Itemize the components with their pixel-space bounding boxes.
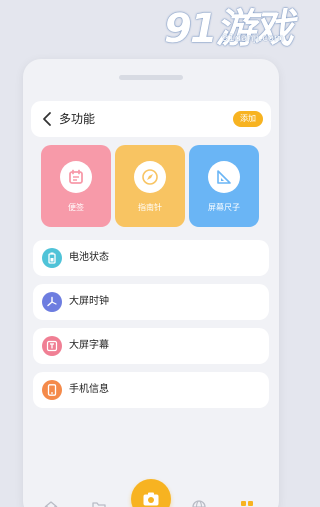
notepad-icon [60, 161, 92, 193]
bottom-nav [23, 479, 279, 507]
list-item-phone-info[interactable]: 手机信息 [33, 372, 269, 408]
folder-icon[interactable] [91, 499, 107, 507]
add-button[interactable]: 添加 [233, 111, 263, 127]
list-item-label: 手机信息 [69, 384, 109, 395]
page-title: 多功能 [59, 112, 96, 126]
ruler-icon [208, 161, 240, 193]
battery-icon [42, 248, 62, 268]
tile-notepad[interactable]: 便签 [41, 145, 111, 227]
list-item-clock[interactable]: 大屏时钟 [33, 284, 269, 320]
camera-button[interactable] [131, 479, 171, 507]
tile-label: 屏幕尺子 [208, 203, 240, 212]
watermark-site: 91danji.com [222, 33, 284, 44]
list-item-battery[interactable]: 电池状态 [33, 240, 269, 276]
header-bar: 多功能 添加 [31, 101, 271, 137]
speaker-slot [119, 75, 183, 80]
list-item-label: 电池状态 [69, 252, 109, 263]
list-item-subtitle[interactable]: 大屏字幕 [33, 328, 269, 364]
clock-icon [42, 292, 62, 312]
tile-ruler[interactable]: 屏幕尺子 [189, 145, 259, 227]
home-icon[interactable] [43, 499, 59, 507]
list-item-label: 大屏字幕 [69, 340, 109, 351]
subtitle-icon [42, 336, 62, 356]
chevron-left-icon[interactable] [39, 110, 57, 128]
watermark: 91游戏 91danji.com [164, 0, 299, 52]
phone-icon [42, 380, 62, 400]
compass-icon [134, 161, 166, 193]
list-item-label: 大屏时钟 [69, 296, 109, 307]
tile-label: 便签 [68, 203, 84, 212]
watermark-logo: 91游戏 [164, 6, 294, 52]
camera-icon [143, 492, 159, 506]
tile-compass[interactable]: 指南针 [115, 145, 185, 227]
globe-icon[interactable] [191, 499, 207, 507]
feature-tiles: 便签 指南针 屏幕尺子 [41, 145, 259, 227]
tile-label: 指南针 [138, 203, 162, 212]
phone-frame: 多功能 添加 便签 指南针 屏幕尺子 电池状态 大屏时钟 大屏字幕 手机信息 [23, 59, 279, 507]
apps-icon[interactable] [239, 499, 255, 507]
